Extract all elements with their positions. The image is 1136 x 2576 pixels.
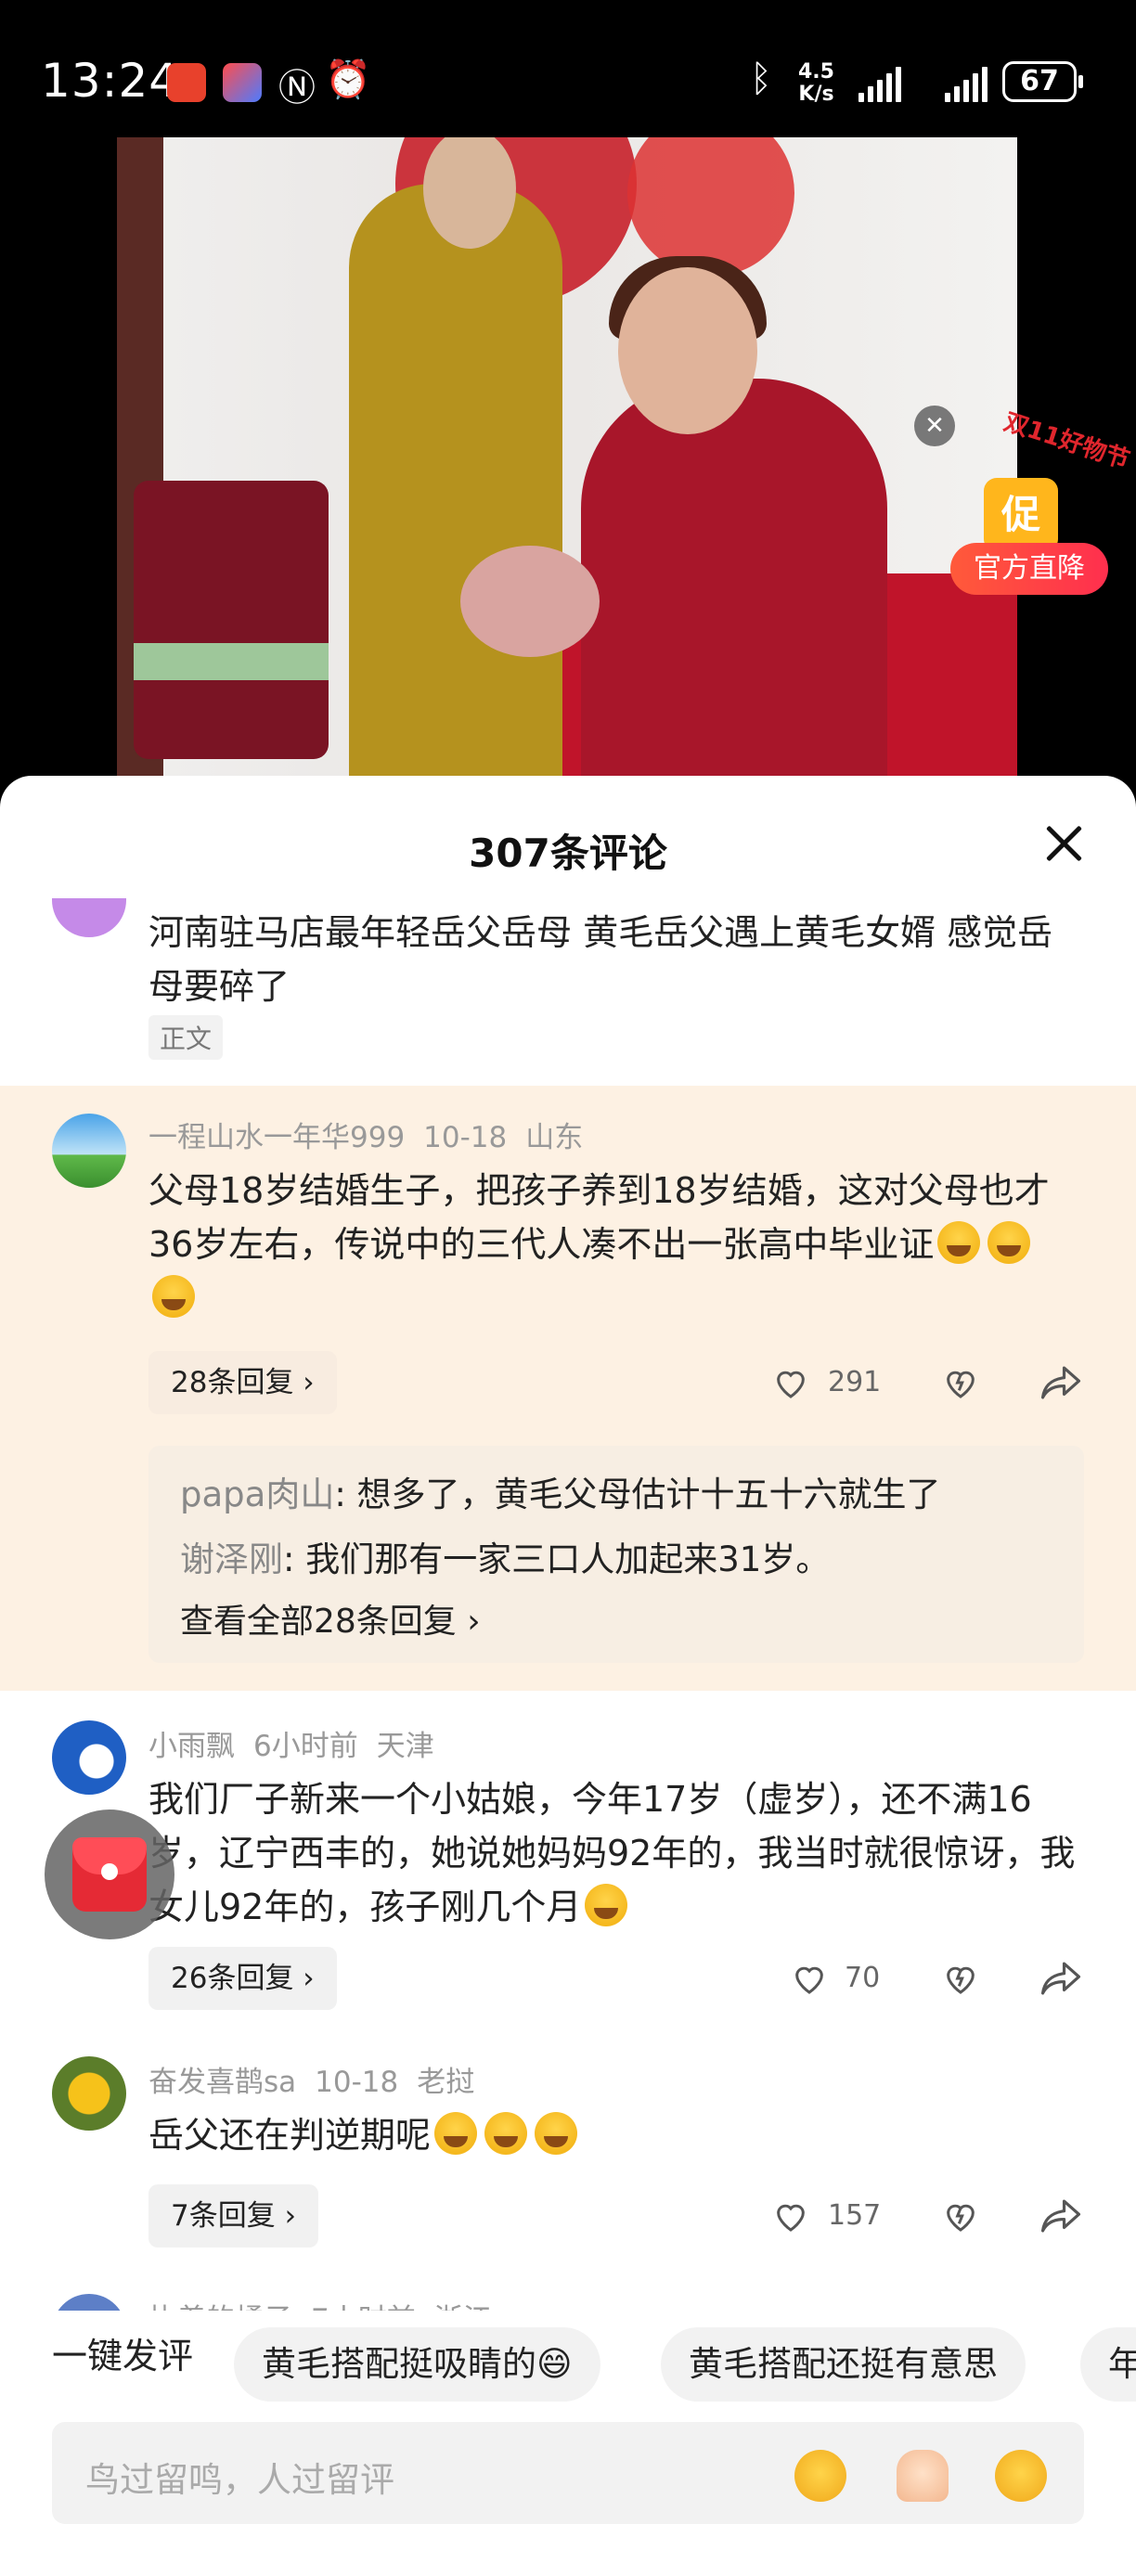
avatar[interactable] <box>52 2056 126 2131</box>
sub-replies-box: papa肉山: 想多了，黄毛父母估计十五十六就生了 谢泽刚: 我们那有一家三口人… <box>148 1446 1084 1663</box>
status-time: 13:24 <box>41 54 180 108</box>
app-icon-colorful <box>223 63 262 102</box>
comment-location: 天津 <box>376 1730 434 1763</box>
crying-emoji-icon[interactable] <box>995 2450 1047 2502</box>
comment-input-placeholder: 鸟过留鸣，人过留评 <box>85 2460 394 2500</box>
heart-icon[interactable] <box>772 2197 809 2235</box>
smirk-emoji-icon[interactable] <box>794 2450 846 2502</box>
avatar[interactable] <box>52 1720 126 1795</box>
comment-date: 10-18 <box>423 1121 508 1154</box>
comment-count-title: 307条评论 <box>469 831 667 876</box>
like-count: 70 <box>845 1962 881 1994</box>
net-speed-unit: K/s <box>798 83 834 106</box>
laugh-cry-emoji-icon <box>585 1884 628 1926</box>
comment-meta: 一程山水一年华999 10-18 山东 <box>148 1114 601 1155</box>
comment-text[interactable]: 岳父还在判逆期呢 <box>148 2108 1077 2162</box>
sub-reply-text: : 想多了，黄毛父母估计十五十六就生了 <box>334 1475 941 1514</box>
red-packet-button[interactable] <box>45 1810 174 1939</box>
video-person <box>349 184 562 805</box>
nfc-icon: Ⓝ <box>278 67 316 109</box>
red-envelope-icon <box>72 1837 147 1912</box>
reply-count-button[interactable]: 28条回复 › <box>148 1351 337 1414</box>
quick-comment-bar: 一键发评 黄毛搭配挺吸睛的😄 黄毛搭配还挺有意思 年 <box>0 2311 1136 2402</box>
promo-top-label: 双11好物节 <box>1000 407 1133 475</box>
like-count: 157 <box>828 2199 882 2232</box>
laugh-cry-emoji-icon <box>434 2112 478 2155</box>
video-suitcase-band <box>134 643 329 680</box>
quick-comment-chip[interactable]: 黄毛搭配挺吸睛的😄 <box>234 2327 600 2402</box>
signal-icon <box>945 65 988 102</box>
quick-comment-label: 一键发评 <box>52 2336 194 2376</box>
comment-user[interactable]: 一程山水一年华999 <box>148 1121 405 1154</box>
comment-text[interactable]: 我们厂子新来一个小姑娘，今年17岁（虚岁），还不满16岁，辽宁西丰的，她说她妈妈… <box>148 1772 1077 1934</box>
heart-icon[interactable] <box>791 1960 828 1997</box>
flex-arm-emoji-icon[interactable] <box>897 2450 949 2502</box>
post-tag: 正文 <box>148 1015 224 1060</box>
quick-comment-chip[interactable]: 年 <box>1080 2327 1136 2402</box>
sub-reply-user[interactable]: 谢泽刚 <box>180 1539 283 1579</box>
bluetooth-icon: ᛒ <box>750 58 772 100</box>
comment-location: 老挝 <box>417 2066 475 2099</box>
sub-reply[interactable]: 谢泽刚: 我们那有一家三口人加起来31岁。 <box>180 1531 830 1581</box>
laugh-cry-emoji-icon <box>484 2112 528 2155</box>
dislike-heart-icon[interactable] <box>942 1960 979 1997</box>
app-icon-red <box>167 63 206 102</box>
reply-count-button[interactable]: 7条回复 › <box>148 2184 318 2248</box>
comment-meta: 奋发喜鹊sa 10-18 老挝 <box>148 2058 493 2100</box>
comment-date: 6小时前 <box>253 1730 358 1763</box>
comment-text[interactable]: 父母18岁结婚生子，把孩子养到18岁结婚，这对父母也才36岁左右，传说中的三代人… <box>148 1164 1077 1325</box>
laugh-cry-emoji-icon <box>535 2112 578 2155</box>
video-player[interactable] <box>117 137 1017 805</box>
status-bar: 13:24 Ⓝ ⏰ ᛒ 4.5 K/s 67 <box>0 0 1136 139</box>
like-count: 291 <box>828 1366 882 1398</box>
comment-user[interactable]: 小雨飘 <box>148 1730 235 1763</box>
video-bouquet <box>460 546 600 657</box>
comment-meta: 小雨飘 6小时前 天津 <box>148 1722 453 1764</box>
comment-location: 山东 <box>525 1121 584 1154</box>
dislike-heart-icon[interactable] <box>942 1364 979 1401</box>
comment-user[interactable]: 奋发喜鹊sa <box>148 2066 296 2099</box>
comment-item: 奋发喜鹊sa 10-18 老挝 岳父还在判逆期呢 7条回复 › 157 <box>0 2034 1136 2275</box>
share-icon[interactable] <box>1039 1960 1082 1997</box>
promo-label[interactable]: 官方直降 <box>950 543 1108 595</box>
avatar[interactable] <box>52 898 126 937</box>
shopping-bag-icon: 促 <box>984 478 1058 552</box>
close-icon[interactable] <box>1039 820 1088 869</box>
avatar[interactable] <box>52 1114 126 1188</box>
share-icon[interactable] <box>1039 1364 1082 1401</box>
reply-count-button[interactable]: 26条回复 › <box>148 1947 337 2010</box>
dislike-heart-icon[interactable] <box>942 2197 979 2235</box>
net-speed: 4.5 K/s <box>798 61 834 106</box>
laugh-cry-emoji-icon <box>988 1221 1031 1264</box>
heart-icon[interactable] <box>772 1364 809 1401</box>
post-text: 河南驻马店最年轻岳父岳母 黄毛岳父遇上黄毛女婿 感觉岳母要碎了 <box>148 912 1053 1007</box>
comment-text-body: 父母18岁结婚生子，把孩子养到18岁结婚，这对父母也才36岁左右，传说中的三代人… <box>148 1170 1050 1265</box>
net-speed-value: 4.5 <box>798 60 834 84</box>
comment-input[interactable]: 鸟过留鸣，人过留评 <box>52 2422 1084 2524</box>
video-bride-head <box>618 267 757 434</box>
share-icon[interactable] <box>1039 2197 1082 2235</box>
video-suitcase <box>134 481 329 759</box>
promo-widget[interactable]: 双11好物节 促 官方直降 <box>947 408 1133 608</box>
quick-comment-chip[interactable]: 黄毛搭配还挺有意思 <box>661 2327 1026 2402</box>
sub-reply[interactable]: papa肉山: 想多了，黄毛父母估计十五十六就生了 <box>180 1466 941 1516</box>
view-all-replies-link[interactable]: 查看全部28条回复 › <box>180 1594 481 1642</box>
laugh-cry-emoji-icon <box>152 1275 195 1318</box>
video-bride <box>581 379 887 805</box>
alarm-icon: ⏰ <box>325 58 371 101</box>
laugh-cry-emoji-icon <box>937 1221 981 1264</box>
battery-icon: 67 <box>1002 61 1083 102</box>
sub-reply-user[interactable]: papa肉山 <box>180 1475 334 1514</box>
comment-sheet: 307条评论 河南驻马店最年轻岳父岳母 黄毛岳父遇上黄毛女婿 感觉岳母要碎了 正… <box>0 776 1136 2576</box>
sub-reply-text: : 我们那有一家三口人加起来31岁。 <box>283 1539 831 1579</box>
comment-date: 10-18 <box>315 2066 399 2099</box>
signal-icon <box>858 65 901 102</box>
comment-text-body: 岳父还在判逆期呢 <box>148 2115 432 2156</box>
comment-item: 一程山水一年华999 10-18 山东 父母18岁结婚生子，把孩子养到18岁结婚，这… <box>0 1086 1136 1691</box>
